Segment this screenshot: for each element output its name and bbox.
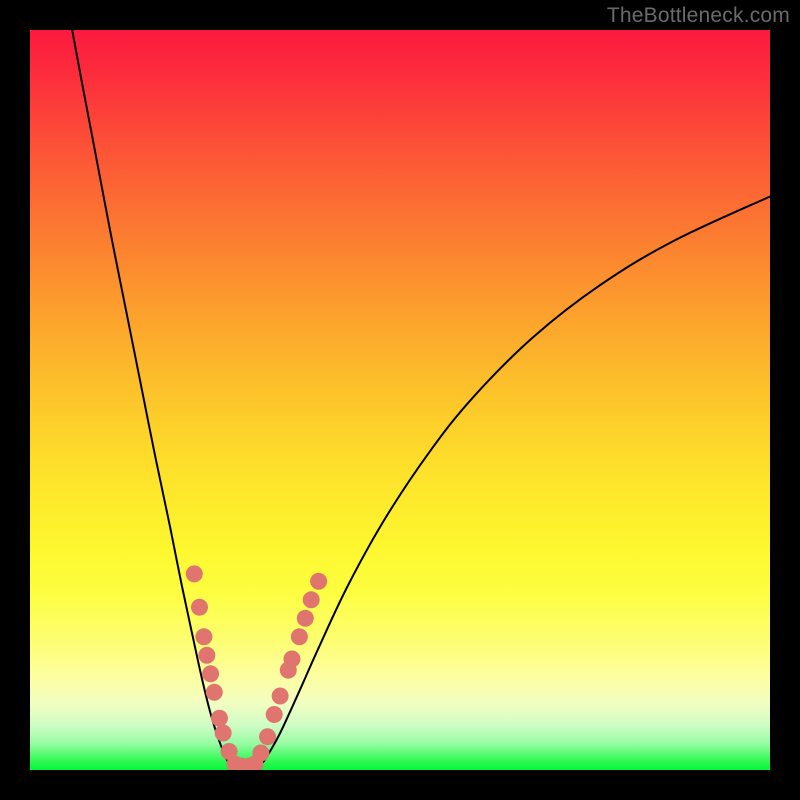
data-point: [283, 651, 300, 668]
bottleneck-curve: [72, 30, 770, 770]
data-point: [266, 706, 283, 723]
data-markers: [186, 565, 327, 770]
data-point: [303, 591, 320, 608]
data-point: [191, 599, 208, 616]
outer-frame: TheBottleneck.com: [0, 0, 800, 800]
data-point: [272, 688, 289, 705]
data-point: [206, 684, 223, 701]
data-point: [291, 628, 308, 645]
data-point: [310, 573, 327, 590]
chart-svg: [30, 30, 770, 770]
data-point: [211, 710, 228, 727]
v-curve-path: [72, 30, 770, 770]
data-point: [297, 610, 314, 627]
data-point: [202, 665, 219, 682]
data-point: [186, 565, 203, 582]
data-point: [198, 647, 215, 664]
data-point: [259, 728, 276, 745]
watermark-label: TheBottleneck.com: [607, 4, 790, 28]
data-point: [195, 628, 212, 645]
data-point: [252, 744, 269, 761]
plot-area: [30, 30, 770, 770]
data-point: [215, 725, 232, 742]
